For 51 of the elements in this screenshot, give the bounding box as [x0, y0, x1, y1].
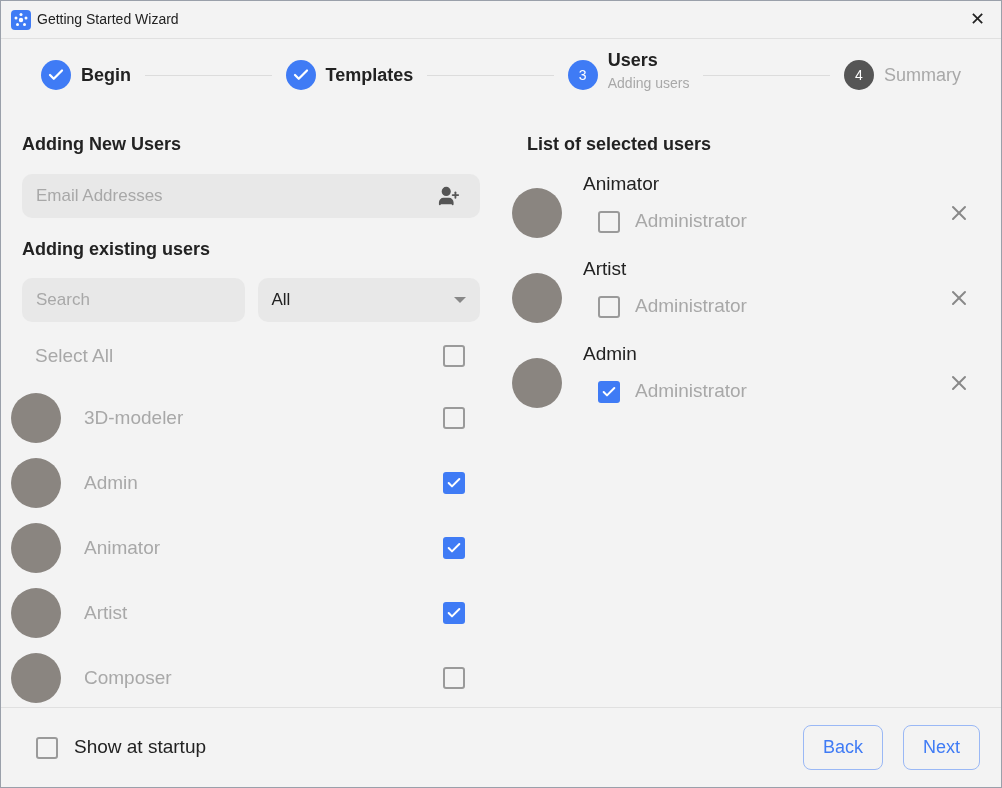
user-name: Animator — [84, 535, 161, 560]
app-logo-icon — [11, 9, 31, 30]
administrator-checkbox[interactable] — [598, 210, 620, 233]
role-label: Administrator — [635, 209, 747, 234]
dropdown-arrow-icon — [454, 297, 466, 303]
avatar-photo-placeholder — [512, 188, 562, 238]
user-name: Admin — [84, 470, 138, 495]
step-label: Begin — [81, 64, 131, 87]
user-name: Admin — [583, 342, 638, 367]
startup-label: Show at startup — [74, 735, 207, 760]
window-title: Getting Started Wizard — [37, 10, 179, 29]
user-name: Composer — [84, 665, 172, 690]
step-number: 3 — [567, 59, 598, 90]
avatar-photo-placeholder — [11, 588, 61, 638]
email-field[interactable]: Email Addresses — [22, 174, 480, 218]
avatar-photo-placeholder — [11, 523, 61, 573]
avatar-photo-placeholder — [11, 653, 61, 703]
startup-checkbox[interactable] — [36, 736, 58, 759]
step-label: Users — [607, 48, 659, 72]
filter-dropdown[interactable]: All — [257, 278, 480, 322]
search-field[interactable]: Search — [22, 278, 245, 322]
avatar-photo-placeholder — [11, 458, 61, 508]
step-subtitle: Adding users — [607, 74, 690, 91]
administrator-checkbox[interactable] — [598, 295, 620, 318]
avatar-photo-placeholder — [11, 393, 61, 443]
select-all-label: Select All — [35, 343, 114, 368]
checkbox[interactable] — [443, 407, 465, 429]
section-heading: List of selected users — [527, 133, 713, 156]
section-heading: Adding existing users — [22, 238, 212, 261]
user-name: 3D-modeler — [84, 405, 184, 430]
checkbox[interactable] — [443, 667, 465, 689]
close-button[interactable]: ✕ — [964, 6, 991, 33]
administrator-checkbox[interactable] — [598, 380, 620, 403]
user-name: Artist — [84, 600, 128, 625]
step-label: Templates — [325, 64, 414, 87]
nav-button[interactable]: Next — [903, 725, 980, 770]
section-heading: Adding New Users — [22, 133, 183, 156]
select-all-checkbox[interactable] — [443, 345, 465, 367]
step-label: Summary — [884, 64, 961, 87]
nav-button[interactable]: Back — [802, 725, 883, 770]
step-number: 4 — [844, 60, 874, 90]
checkbox[interactable] — [443, 537, 465, 559]
user-name: Artist — [583, 257, 628, 282]
avatar-photo-placeholder — [512, 358, 562, 408]
avatar-photo-placeholder — [512, 273, 562, 323]
role-label: Administrator — [635, 294, 747, 319]
role-label: Administrator — [635, 379, 747, 404]
checkbox[interactable] — [443, 472, 465, 494]
add-user-icon[interactable] — [438, 185, 460, 207]
checkbox[interactable] — [443, 602, 465, 624]
user-name: Animator — [583, 172, 661, 197]
